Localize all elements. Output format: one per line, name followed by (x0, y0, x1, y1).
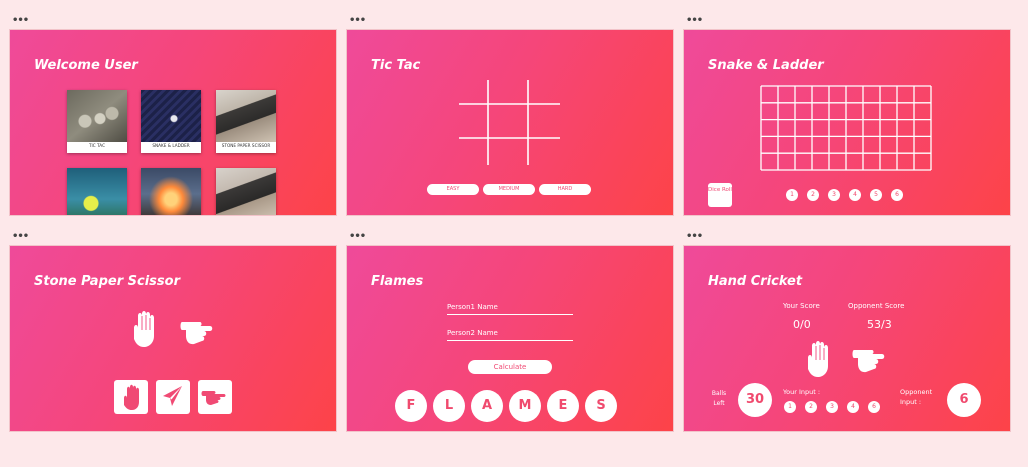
input-1-button[interactable]: 1 (784, 401, 796, 413)
dice-number-6[interactable]: 6 (891, 189, 903, 201)
game-thumb-label: TIC TAC (89, 143, 105, 148)
game-thumb-sps[interactable]: STONE PAPER SCISSOR (216, 90, 276, 153)
game-thumb-4[interactable] (67, 168, 127, 215)
game-thumb-snake[interactable]: SNAKE & LADDER (141, 90, 201, 153)
opponent-score-label: Opponent Score (848, 302, 905, 310)
welcome-title: Welcome User (34, 58, 138, 73)
flames-card: Flames Person1 Name Person2 Name Calcula… (347, 246, 673, 431)
person1-name-input[interactable]: Person1 Name (447, 303, 573, 315)
card-menu-dots[interactable]: ••• (12, 16, 29, 26)
dice-number-2[interactable]: 2 (807, 189, 819, 201)
dice-number-5[interactable]: 5 (870, 189, 882, 201)
flames-letter-f: F (395, 390, 427, 422)
dice-number-4[interactable]: 4 (849, 189, 861, 201)
sps-card: Stone Paper Scissor (10, 246, 336, 431)
card-menu-dots[interactable]: ••• (686, 232, 703, 242)
level-medium-button[interactable]: MEDIUM (483, 184, 535, 195)
input-6-button[interactable]: 6 (868, 401, 880, 413)
person2-name-input[interactable]: Person2 Name (447, 329, 573, 341)
opponent-input-value: 6 (947, 383, 981, 417)
flames-letter-e: E (547, 390, 579, 422)
your-score-label: Your Score (783, 302, 820, 310)
choice-send-button[interactable] (156, 380, 190, 414)
flames-letter-a: A (471, 390, 503, 422)
opponent-hand-icon (180, 318, 218, 346)
opponent-score-value: 53/3 (867, 318, 892, 331)
game-thumb-label: SNAKE & LADDER (152, 143, 190, 148)
card-menu-dots[interactable]: ••• (686, 16, 703, 26)
flames-letter-m: M (509, 390, 541, 422)
dice-photo (141, 90, 201, 142)
opponent-hand-icon (852, 346, 890, 374)
flames-title: Flames (371, 274, 424, 289)
your-input-label: Your Input : (783, 388, 821, 396)
tennis-ball-photo (67, 168, 127, 215)
dice-number-3[interactable]: 3 (828, 189, 840, 201)
dice-roll-label: Dice Roll (708, 187, 732, 193)
cricket-title: Hand Cricket (708, 274, 803, 289)
welcome-card: Welcome User TIC TAC SNAKE & LADDER STON… (10, 30, 336, 215)
phone-photo (216, 168, 276, 215)
scissors-hand-icon (201, 391, 226, 405)
card-menu-dots[interactable]: ••• (349, 16, 366, 26)
balls-left-label: Balls Left (711, 390, 727, 407)
cricket-card: Hand Cricket Your Score 0/0 Opponent Sco… (684, 246, 1010, 431)
card-menu-dots[interactable]: ••• (12, 232, 29, 242)
game-thumb-label: STONE PAPER SCISSOR (221, 143, 271, 148)
level-hard-button[interactable]: HARD (539, 184, 591, 195)
input-2-button[interactable]: 2 (805, 401, 817, 413)
input-4-button[interactable]: 4 (847, 401, 859, 413)
fire-photo (141, 168, 201, 215)
pebbles-photo (67, 90, 127, 142)
tictac-card: Tic Tac EASY MEDIUM HARD (347, 30, 673, 215)
game-thumb-6[interactable] (216, 168, 276, 215)
snake-board[interactable] (684, 30, 1010, 215)
hands-photo (216, 90, 276, 142)
game-thumb-tictac[interactable]: TIC TAC (67, 90, 127, 153)
card-menu-dots[interactable]: ••• (349, 232, 366, 242)
dice-number-1[interactable]: 1 (786, 189, 798, 201)
dice-roll-button[interactable]: Dice Roll (708, 183, 732, 207)
send-icon (163, 386, 182, 406)
player-hand-icon (802, 340, 836, 378)
opponent-input-label: Opponent Input : (900, 388, 933, 406)
flames-letter-l: L (433, 390, 465, 422)
calculate-button[interactable]: Calculate (468, 360, 552, 374)
level-easy-button[interactable]: EASY (427, 184, 479, 195)
input-3-button[interactable]: 3 (826, 401, 838, 413)
player-hand-icon (128, 310, 162, 348)
sps-title: Stone Paper Scissor (34, 274, 180, 289)
game-thumb-5[interactable] (141, 168, 201, 215)
flames-letter-s: S (585, 390, 617, 422)
balls-left-value: 30 (738, 383, 772, 417)
your-score-value: 0/0 (793, 318, 811, 331)
choice-scissors-button[interactable] (198, 380, 232, 414)
snake-card: Snake & Ladder Dice Roll 1 2 3 4 5 6 (684, 30, 1010, 215)
paper-hand-icon (124, 384, 139, 410)
choice-paper-button[interactable] (114, 380, 148, 414)
